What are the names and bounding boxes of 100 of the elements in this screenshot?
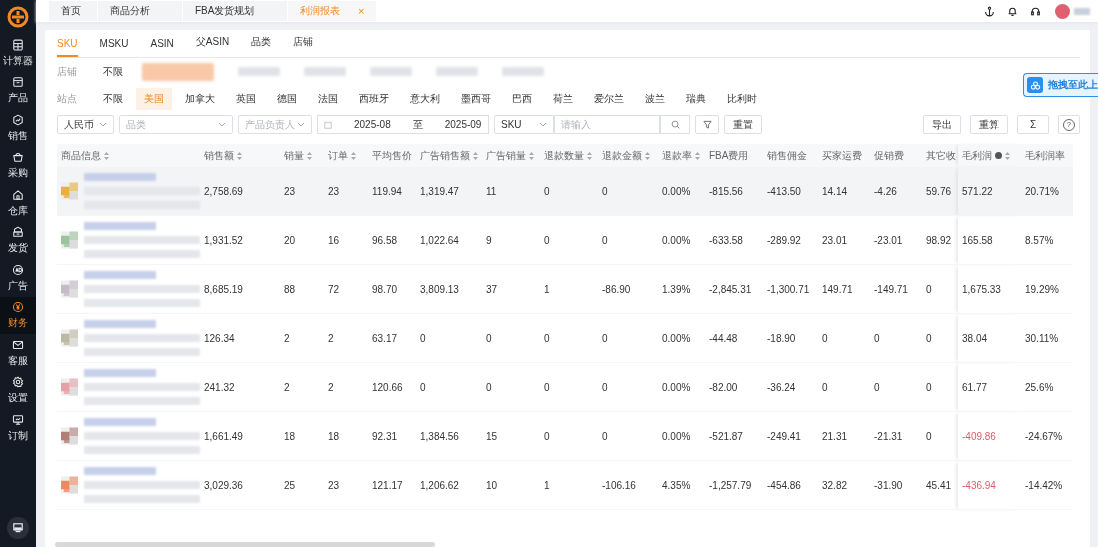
reset-button[interactable]: 重置: [724, 115, 762, 134]
sidebar-item[interactable]: 采购: [0, 146, 36, 184]
bell-icon[interactable]: [1007, 5, 1018, 17]
sort-icon[interactable]: [645, 151, 650, 160]
sidebar-item[interactable]: 计算器: [0, 34, 36, 72]
table-cell: 0: [544, 234, 550, 246]
filter-option[interactable]: 爱尔兰: [586, 87, 632, 110]
filter-option[interactable]: 意大利: [402, 87, 448, 110]
blurred-filter-option[interactable]: [238, 67, 280, 76]
sidebar-item[interactable]: 广告: [0, 259, 36, 297]
blurred-filter-option[interactable]: [436, 67, 478, 76]
ad-icon: [11, 262, 25, 277]
box-icon: [11, 75, 25, 90]
blurred-filter-option[interactable]: [142, 62, 214, 81]
sidebar-item[interactable]: 销售: [0, 109, 36, 147]
filter-option[interactable]: 德国: [269, 87, 305, 110]
column-header: 平均售价: [372, 148, 412, 163]
sidebar-item[interactable]: 设置: [0, 371, 36, 409]
blurred-filter-option[interactable]: [370, 67, 412, 76]
table-cell: 1,022.64: [420, 234, 459, 246]
table-cell: 126.34: [204, 332, 235, 344]
table-cell: 11: [486, 185, 497, 197]
table-cell: 1,206.62: [420, 479, 459, 491]
scrollbar[interactable]: [55, 542, 435, 547]
sort-icon[interactable]: [307, 151, 312, 160]
table-cell: 23: [328, 185, 340, 197]
sidebar-item[interactable]: 发货: [0, 221, 36, 259]
page-tab[interactable]: 商品分析: [98, 1, 183, 21]
view-tab[interactable]: MSKU: [99, 38, 129, 57]
sidebar-item[interactable]: 财务: [0, 296, 36, 334]
table-cell: 1,661.49: [204, 430, 243, 442]
filter-option[interactable]: 法国: [310, 87, 346, 110]
anchor-icon[interactable]: [984, 5, 995, 17]
caret-icon: [99, 122, 107, 127]
sort-icon[interactable]: [237, 151, 242, 160]
blurred-text: [84, 467, 156, 475]
table-cell: -21.31: [874, 430, 903, 442]
view-tab[interactable]: 品类: [251, 35, 272, 57]
table-cell: -44.48: [709, 332, 738, 344]
filter-option[interactable]: 比利时: [719, 87, 765, 110]
sort-icon[interactable]: [695, 151, 700, 160]
blurred-text: [84, 222, 156, 230]
filter-option[interactable]: 瑞典: [678, 87, 714, 110]
filter-option[interactable]: 波兰: [637, 87, 673, 110]
blurred-filter-option[interactable]: [304, 67, 346, 76]
search-type-select[interactable]: SKU: [494, 115, 554, 134]
table-cell: -454.86: [767, 479, 801, 491]
table-cell: -14.42%: [1025, 479, 1063, 491]
sidebar-item[interactable]: 产品: [0, 71, 36, 109]
sidebar-item[interactable]: 订制: [0, 409, 36, 447]
table-cell: 0: [822, 332, 828, 344]
table-cell: 72: [328, 283, 340, 295]
date-range-field[interactable]: 2025-08 至 2025-09: [317, 115, 489, 134]
sidebar-item[interactable]: 客服: [0, 334, 36, 372]
sort-icon[interactable]: [351, 151, 356, 160]
sidebar-item[interactable]: 仓库: [0, 184, 36, 222]
headset-icon[interactable]: [1030, 5, 1041, 17]
sort-icon[interactable]: [587, 151, 592, 160]
sort-icon[interactable]: [529, 151, 534, 160]
search-button[interactable]: [660, 115, 690, 134]
cloud-icon: [1029, 79, 1041, 91]
filter-label: 店铺: [57, 64, 78, 79]
filter-option[interactable]: 墨西哥: [453, 87, 499, 110]
table-cell: 59.76: [926, 185, 952, 197]
filter-option[interactable]: 不限: [95, 87, 131, 110]
view-tab[interactable]: ASIN: [150, 38, 174, 57]
filter-icon: [702, 120, 712, 129]
filter-option[interactable]: 不限: [95, 60, 131, 83]
table-cell: 1: [544, 479, 550, 491]
currency-select[interactable]: 人民币: [57, 115, 114, 134]
info-icon[interactable]: [995, 152, 1002, 159]
filter-option[interactable]: 西班牙: [351, 87, 397, 110]
sort-icon[interactable]: [104, 151, 109, 160]
column-header: 毛利润率: [1025, 148, 1065, 163]
table-cell: 23.01: [822, 234, 848, 246]
blurred-filter-option[interactable]: [502, 67, 544, 76]
table-cell: -18.90: [767, 332, 796, 344]
filter-option[interactable]: 加拿大: [177, 87, 223, 110]
sort-icon[interactable]: [473, 151, 478, 160]
screen-button[interactable]: [7, 517, 29, 539]
toolbar-button[interactable]: Σ: [1017, 115, 1049, 134]
view-tab[interactable]: 父ASIN: [195, 35, 230, 57]
filter-option[interactable]: 英国: [228, 87, 264, 110]
filter-option[interactable]: 巴西: [504, 87, 540, 110]
table-cell: 63.17: [372, 332, 398, 344]
table-cell: -249.41: [767, 430, 801, 442]
table-cell: 9: [486, 234, 492, 246]
avatar[interactable]: [1055, 3, 1070, 19]
upload-drop-button[interactable]: 拖拽至此上: [1023, 73, 1098, 97]
page-tab[interactable]: 首页: [49, 1, 98, 21]
table-cell: 0: [602, 332, 608, 344]
view-tab[interactable]: 店铺: [293, 35, 314, 57]
filter-button[interactable]: [695, 115, 719, 134]
search-field[interactable]: 请输入: [554, 115, 660, 134]
toolbar-button[interactable]: 重算: [970, 115, 1008, 134]
column-header: 退款率: [662, 148, 692, 163]
table-cell: 1,319.47: [420, 185, 459, 197]
table-cell: 3,029.36: [204, 479, 243, 491]
filter-option[interactable]: 荷兰: [545, 87, 581, 110]
toolbar-button[interactable]: 导出: [923, 115, 961, 134]
